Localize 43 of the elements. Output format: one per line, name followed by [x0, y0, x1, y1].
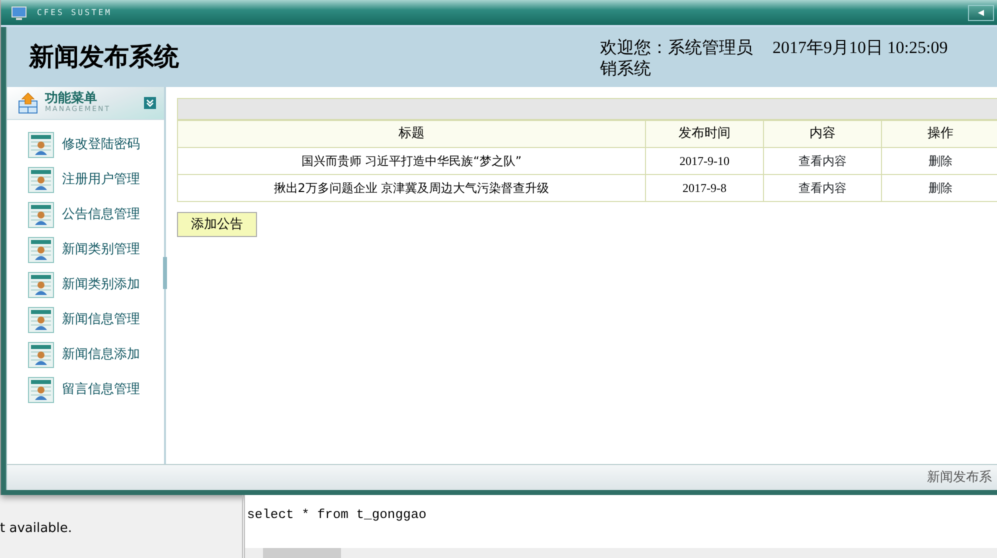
code-line: select * from t_gonggao	[247, 506, 428, 524]
logout-link[interactable]: 销系统	[600, 58, 651, 79]
column-header: 内容	[764, 120, 882, 148]
console-message: t available.	[0, 521, 72, 536]
delete-link[interactable]: 删除	[928, 154, 952, 168]
menu-item[interactable]: 新闻类别管理	[28, 237, 164, 263]
status-text: 新闻发布系	[927, 468, 992, 487]
date-time: 2017年9月10日 10:25:09	[772, 37, 948, 58]
user-list-icon	[28, 202, 54, 228]
monitor-icon	[11, 6, 27, 20]
window-title: CFES SUSTEM	[37, 6, 112, 18]
date-cell: 2017-9-8	[646, 174, 764, 202]
user-list-icon	[28, 167, 54, 193]
collapse-icon	[144, 97, 156, 109]
scrollbar-thumb[interactable]	[263, 548, 341, 558]
menu-item[interactable]: 新闻信息管理	[28, 307, 164, 333]
menu-item[interactable]: 留言信息管理	[28, 377, 164, 403]
user-list-icon	[28, 307, 54, 333]
menu-item[interactable]: 公告信息管理	[28, 202, 164, 228]
user-list-icon	[28, 342, 54, 368]
column-header: 操作	[882, 120, 997, 148]
scroll-left-button[interactable]: ◀	[968, 4, 994, 20]
column-header: 发布时间	[646, 120, 764, 148]
welcome-text: 欢迎您：系统管理员	[600, 37, 753, 58]
news-title-cell: 国兴而贵师 习近平打造中华民族“梦之队”	[178, 148, 646, 174]
delete-link[interactable]: 删除	[928, 181, 952, 195]
site-title: 新闻发布系统	[29, 42, 179, 73]
upload-box-icon	[17, 92, 39, 114]
menu-title: 功能菜单	[45, 92, 97, 105]
user-list-icon	[28, 272, 54, 298]
menu-item[interactable]: 注册用户管理	[28, 167, 164, 193]
date-cell: 2017-9-10	[646, 148, 764, 174]
menu-item[interactable]: 新闻信息添加	[28, 342, 164, 368]
user-list-icon	[28, 132, 54, 158]
user-list-icon	[28, 377, 54, 403]
user-list-icon	[28, 237, 54, 263]
add-notice-button[interactable]: 添加公告	[177, 212, 257, 237]
news-title-cell: 揪出2万多问题企业 京津冀及周边大气污染督查升级	[178, 174, 646, 202]
menu-item[interactable]: 新闻类别添加	[28, 272, 164, 298]
horizontal-scrollbar[interactable]	[245, 548, 997, 558]
column-header: 标题	[178, 120, 646, 148]
splitter-handle[interactable]	[163, 257, 167, 289]
menu-item[interactable]: 修改登陆密码	[28, 132, 164, 158]
